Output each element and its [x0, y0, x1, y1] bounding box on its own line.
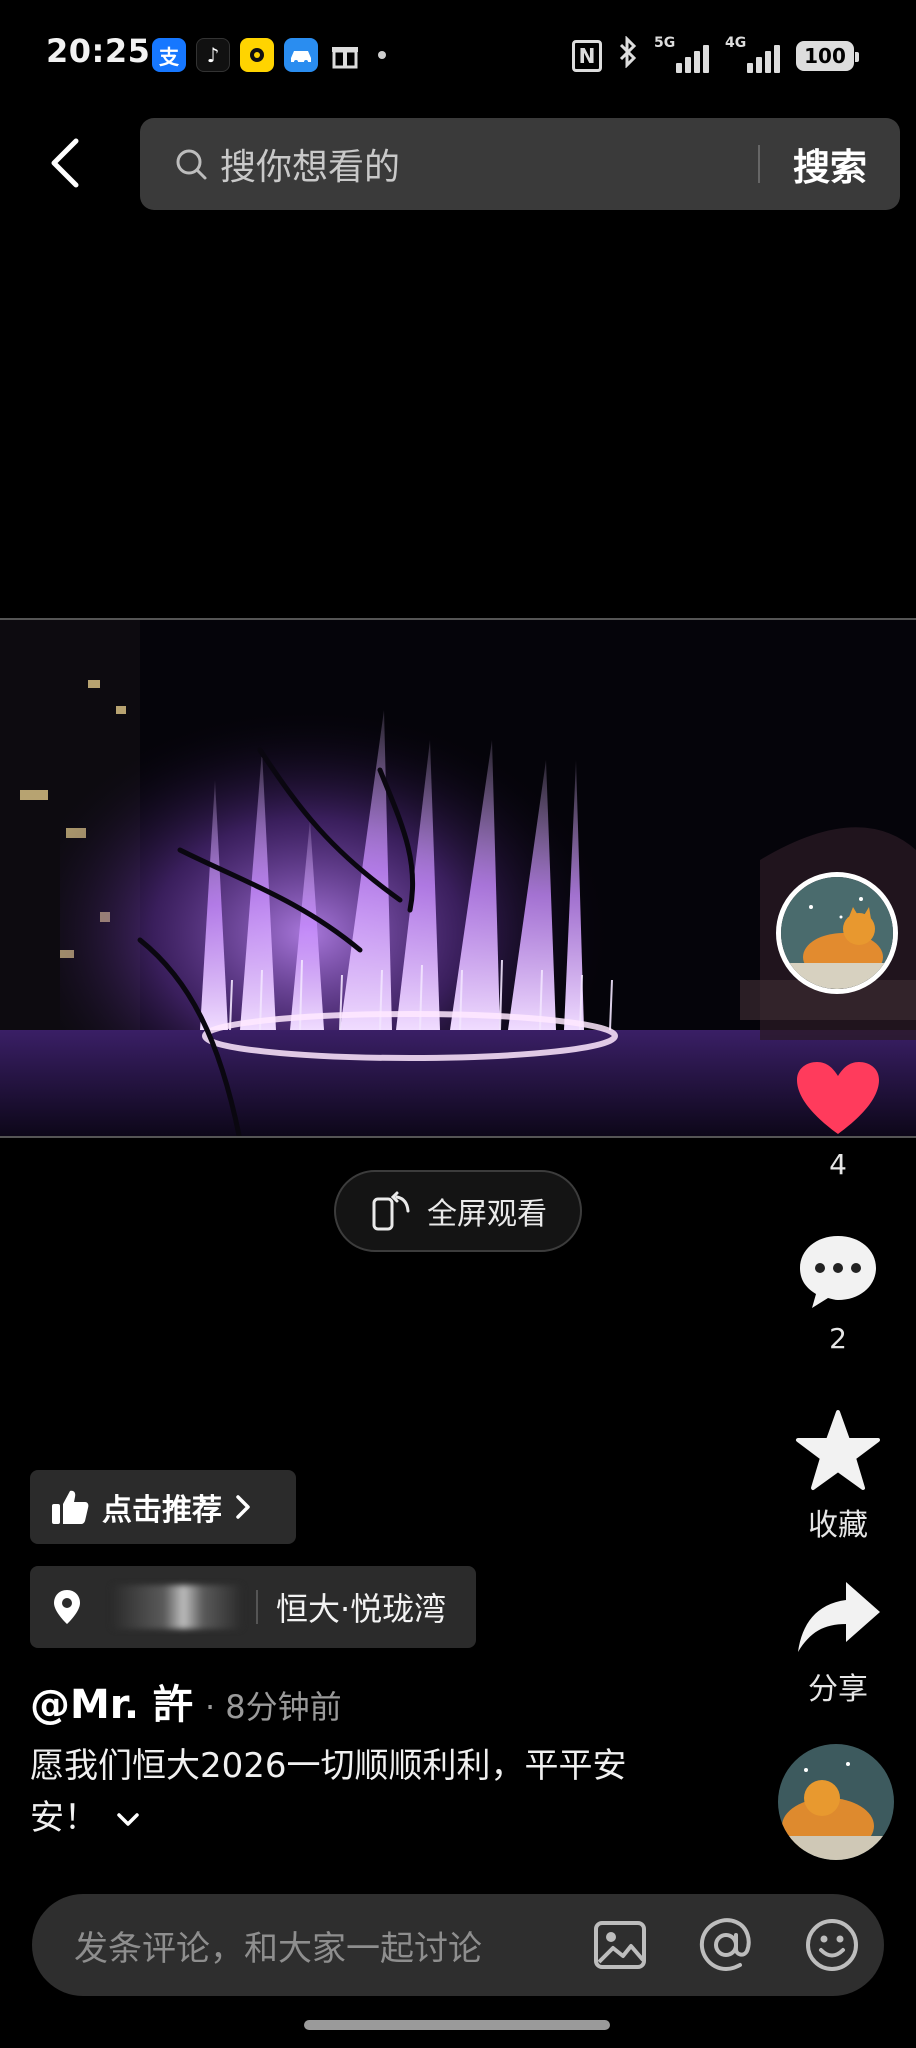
- chevron-right-icon: [236, 1495, 250, 1519]
- more-notifications-dot: [378, 51, 386, 59]
- thumbs-up-icon: [52, 1490, 89, 1524]
- emoji-icon[interactable]: [802, 1915, 862, 1975]
- chevron-left-icon: [51, 138, 79, 188]
- image-icon[interactable]: [590, 1915, 650, 1975]
- notification-icons: 支 ♪: [152, 38, 386, 72]
- star-icon: [796, 1410, 880, 1490]
- location-tag[interactable]: 恒大·悦珑湾: [30, 1566, 476, 1648]
- share-arrow-icon: [798, 1582, 880, 1652]
- battery-icon: 100: [796, 40, 859, 71]
- heart-icon: [797, 1062, 879, 1134]
- mention-icon[interactable]: [696, 1915, 756, 1975]
- location-name: 恒大·悦珑湾: [276, 1590, 447, 1628]
- tiktok-icon: ♪: [196, 38, 230, 72]
- like-count: 4: [829, 1148, 847, 1181]
- comment-action[interactable]: 2: [778, 1232, 898, 1355]
- favorite-label: 收藏: [808, 1508, 868, 1543]
- fullscreen-button[interactable]: 全屏观看: [334, 1170, 582, 1252]
- status-bar: 20:25 支 ♪ N 5G 4G 100: [0, 0, 916, 110]
- music-disc-avatar[interactable]: [778, 1744, 894, 1860]
- comment-count: 2: [829, 1322, 847, 1355]
- like-action[interactable]: 4: [778, 1060, 898, 1181]
- favorite-action[interactable]: 收藏: [778, 1408, 898, 1544]
- post-caption[interactable]: 愿我们恒大2026一切顺顺利利，平平安安！: [30, 1740, 680, 1844]
- search-icon: [174, 147, 208, 181]
- status-time: 20:25: [46, 32, 151, 70]
- nfc-icon: N: [572, 39, 602, 72]
- recommend-label: 点击推荐: [102, 1493, 222, 1528]
- system-icons: N 5G 4G 100: [572, 35, 859, 75]
- chevron-down-icon: [117, 1812, 139, 1826]
- rotate-screen-icon: [372, 1191, 410, 1231]
- alipay-icon: 支: [152, 38, 186, 72]
- creator-avatar[interactable]: [776, 872, 898, 994]
- recommend-button[interactable]: 点击推荐: [30, 1470, 296, 1544]
- game-center-icon: [240, 38, 274, 72]
- author-name[interactable]: @Mr. 許: [30, 1672, 193, 1730]
- comment-input[interactable]: 发条评论，和大家一起讨论: [74, 1921, 544, 1970]
- comment-bubble-icon: [800, 1236, 876, 1308]
- location-divider: [256, 1590, 258, 1624]
- posted-time: · 8分钟前: [204, 1688, 342, 1726]
- comment-bar: 发条评论，和大家一起讨论: [32, 1894, 884, 1996]
- back-button[interactable]: [40, 128, 90, 198]
- bluetooth-icon: [618, 35, 638, 75]
- share-action[interactable]: 分享: [778, 1578, 898, 1708]
- blurred-distance: [112, 1585, 242, 1629]
- fullscreen-label: 全屏观看: [427, 1197, 547, 1232]
- author-line: @Mr. 許 · 8分钟前: [30, 1672, 342, 1730]
- signal-5g-icon: 5G: [654, 35, 709, 73]
- signal-4g-icon: 4G: [725, 35, 780, 73]
- car-app-icon: [284, 38, 318, 72]
- share-label: 分享: [808, 1672, 868, 1707]
- home-indicator[interactable]: [304, 2020, 610, 2030]
- gift-icon: [328, 38, 362, 72]
- search-input[interactable]: 搜你想看的: [220, 138, 758, 190]
- location-pin-icon: [54, 1590, 80, 1624]
- search-button[interactable]: 搜索: [760, 137, 900, 191]
- search-bar[interactable]: 搜你想看的 搜索: [140, 118, 900, 210]
